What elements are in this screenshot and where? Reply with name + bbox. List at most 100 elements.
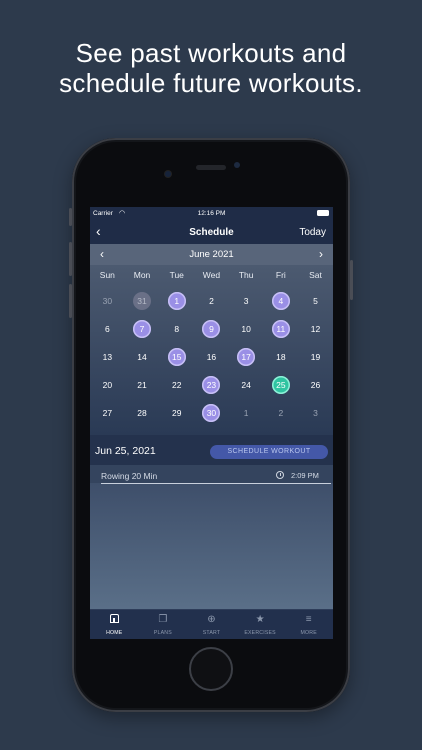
weekday-label: Thu [238, 270, 254, 280]
calendar-day[interactable]: 30 [194, 399, 229, 427]
tab-plans[interactable]: ❐ PLANS [139, 610, 188, 639]
runner-icon: ★ [255, 614, 265, 625]
calendar-day[interactable]: 5 [298, 287, 333, 315]
calendar-week-row: 20 21 22 23 24 25 26 [90, 371, 333, 399]
calendar-day[interactable]: 16 [194, 343, 229, 371]
day-number: 14 [137, 352, 147, 362]
day-number: 7 [133, 320, 152, 338]
calendar-day[interactable]: 27 [90, 399, 125, 427]
day-number: 30 [202, 404, 221, 422]
calendar-day[interactable]: 30 [90, 287, 125, 315]
tab-label: HOME [106, 630, 123, 636]
day-number: 30 [102, 296, 113, 306]
calendar-day[interactable]: 1 [229, 399, 264, 427]
calendar-day[interactable]: 14 [125, 343, 160, 371]
calendar-day[interactable]: 9 [194, 315, 229, 343]
calendar-day[interactable]: 25 [264, 371, 299, 399]
day-number: 1 [167, 292, 186, 310]
power-button [350, 260, 353, 300]
day-number: 24 [241, 380, 251, 390]
day-number: 15 [167, 348, 186, 366]
calendar-day[interactable]: 24 [229, 371, 264, 399]
tab-bar: HOME ❐ PLANS ⊕ START ★ EXERCISES ≡ MORE [90, 609, 333, 639]
calendar-day[interactable]: 22 [159, 371, 194, 399]
tab-home[interactable]: HOME [90, 610, 139, 639]
home-button[interactable] [189, 647, 233, 691]
calendar-day[interactable]: 7 [125, 315, 160, 343]
plus-circle-icon: ⊕ [207, 614, 216, 625]
day-number: 23 [202, 376, 221, 394]
day-number: 3 [243, 296, 249, 306]
day-number: 11 [271, 320, 290, 338]
schedule-workout-button[interactable]: SCHEDULE WORKOUT [210, 445, 328, 459]
calendar-day[interactable]: 15 [159, 343, 194, 371]
calendar-day[interactable]: 3 [298, 399, 333, 427]
document-icon: ❐ [158, 614, 168, 625]
calendar-day[interactable]: 13 [90, 343, 125, 371]
day-number: 1 [243, 408, 249, 418]
tab-label: PLANS [153, 630, 172, 636]
next-month-chevron-icon[interactable]: › [319, 247, 323, 261]
volume-down-button [69, 284, 72, 318]
calendar-day[interactable]: 28 [125, 399, 160, 427]
calendar-day[interactable]: 17 [229, 343, 264, 371]
calendar-week-row: 13 14 15 16 17 18 19 [90, 343, 333, 371]
calendar-day[interactable]: 1 [159, 287, 194, 315]
weekday-header: Sun Mon Tue Wed Thu Fri Sat [90, 270, 333, 282]
tab-label: MORE [300, 630, 317, 636]
calendar-day[interactable]: 12 [298, 315, 333, 343]
weekday-label: Wed [202, 270, 221, 280]
tab-label: START [202, 630, 221, 636]
calendar-day[interactable]: 21 [125, 371, 160, 399]
calendar-day[interactable]: 18 [264, 343, 299, 371]
page-title: Schedule [189, 227, 234, 238]
calendar-day[interactable]: 10 [229, 315, 264, 343]
calendar-day[interactable]: 19 [298, 343, 333, 371]
day-number: 8 [174, 324, 180, 334]
workout-name: Rowing 20 Min [101, 471, 158, 481]
calendar-day[interactable]: 26 [298, 371, 333, 399]
calendar-day[interactable]: 4 [264, 287, 299, 315]
calendar-day[interactable]: 20 [90, 371, 125, 399]
clock-icon [276, 471, 284, 479]
day-number: 19 [310, 352, 321, 362]
calendar-day[interactable]: 6 [90, 315, 125, 343]
day-number: 2 [278, 408, 284, 418]
calendar-day[interactable]: 23 [194, 371, 229, 399]
day-number: 17 [237, 348, 256, 366]
workout-time: 2:09 PM [291, 471, 319, 480]
proximity-sensor [165, 171, 171, 177]
calendar-day[interactable]: 2 [264, 399, 299, 427]
weekday-label: Sat [309, 270, 322, 280]
calendar-grid: Sun Mon Tue Wed Thu Fri Sat 30 31 1 2 3 4 5 6 7 8… [90, 265, 333, 435]
weekday-label: Mon [133, 270, 151, 280]
tab-start[interactable]: ⊕ START [187, 610, 236, 639]
calendar-day[interactable]: 11 [264, 315, 299, 343]
calendar-day[interactable]: 31 [125, 287, 160, 315]
calendar-day[interactable]: 2 [194, 287, 229, 315]
weekday-label: Fri [275, 270, 286, 280]
today-button[interactable]: Today [299, 227, 326, 238]
calendar-day[interactable]: 29 [159, 399, 194, 427]
weekday-label: Tue [169, 270, 184, 280]
month-label: June 2021 [189, 249, 234, 260]
status-bar: Carrier ◠ 12:16 PM [90, 207, 333, 221]
phone-frame: Carrier ◠ 12:16 PM ‹ Schedule Today ‹ Ju… [69, 138, 353, 712]
home-icon [90, 614, 139, 626]
month-header: ‹ June 2021 › [90, 244, 333, 265]
app-screen: Carrier ◠ 12:16 PM ‹ Schedule Today ‹ Ju… [90, 207, 333, 639]
battery-icon [317, 210, 329, 216]
day-number: 25 [271, 376, 290, 394]
row-divider [101, 483, 331, 484]
day-number: 5 [313, 296, 318, 306]
selected-date-label: Jun 25, 2021 [95, 445, 156, 457]
day-number: 27 [102, 408, 113, 418]
workout-list-item[interactable]: Rowing 20 Min 2:09 PM [90, 465, 333, 483]
tab-more[interactable]: ≡ MORE [284, 610, 333, 639]
day-number: 31 [133, 292, 152, 310]
calendar-day[interactable]: 8 [159, 315, 194, 343]
headline-line-1: See past workouts and [75, 38, 347, 68]
calendar-day[interactable]: 3 [229, 287, 264, 315]
headline: See past workouts and schedule future wo… [0, 38, 422, 98]
tab-exercises[interactable]: ★ EXERCISES [236, 610, 285, 639]
